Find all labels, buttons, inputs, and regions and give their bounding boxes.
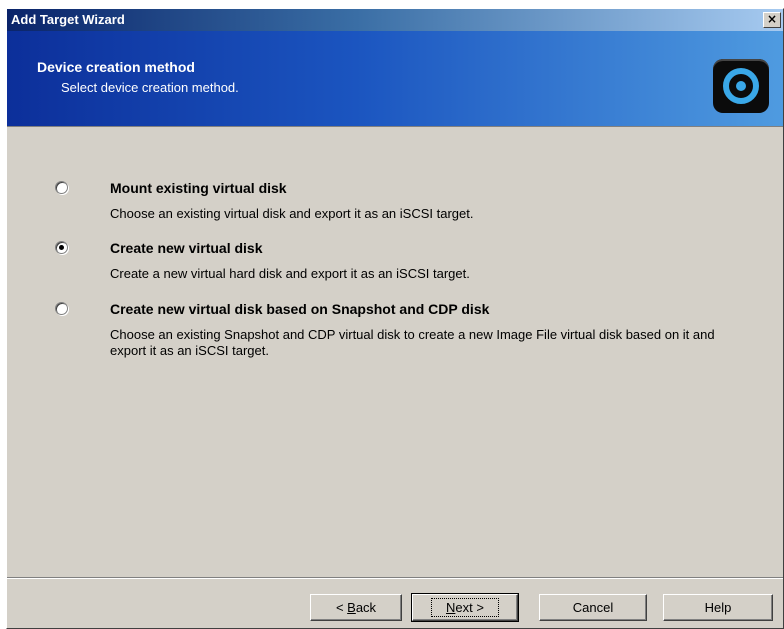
radio-mount-existing[interactable] — [55, 181, 68, 194]
close-button[interactable]: × — [763, 12, 781, 28]
next-mnemonic: N — [446, 600, 456, 615]
option-description: Create a new virtual hard disk and expor… — [110, 266, 470, 281]
back-button[interactable]: < Back — [310, 594, 402, 621]
focus-rect: Next > — [431, 598, 499, 617]
window-title: Add Target Wizard — [11, 12, 125, 27]
option-title: Create new virtual disk — [110, 240, 263, 256]
wizard-window: Add Target Wizard × Device creation meth… — [6, 8, 784, 629]
next-label: ext > — [455, 600, 484, 615]
next-button[interactable]: Next > — [411, 593, 519, 622]
option-title: Mount existing virtual disk — [110, 180, 287, 196]
page-title: Device creation method — [37, 59, 195, 75]
close-icon: × — [766, 12, 778, 26]
option-description: Choose an existing Snapshot and CDP virt… — [110, 327, 715, 358]
back-prefix: < — [335, 600, 348, 615]
help-button[interactable]: Help — [663, 594, 773, 621]
option-description: Choose an existing virtual disk and expo… — [110, 206, 474, 221]
wizard-header: Device creation method Select device cre… — [7, 31, 783, 127]
disk-target-icon — [713, 59, 769, 113]
radio-create-from-snapshot[interactable] — [55, 302, 68, 315]
back-mnemonic: B — [347, 600, 356, 615]
page-subtitle: Select device creation method. — [61, 80, 239, 95]
back-label: ack — [355, 600, 377, 615]
title-bar: Add Target Wizard × — [7, 9, 783, 31]
option-title: Create new virtual disk based on Snapsho… — [110, 301, 490, 317]
radio-create-new[interactable] — [55, 241, 68, 254]
button-separator — [7, 577, 783, 579]
cancel-button[interactable]: Cancel — [539, 594, 647, 621]
